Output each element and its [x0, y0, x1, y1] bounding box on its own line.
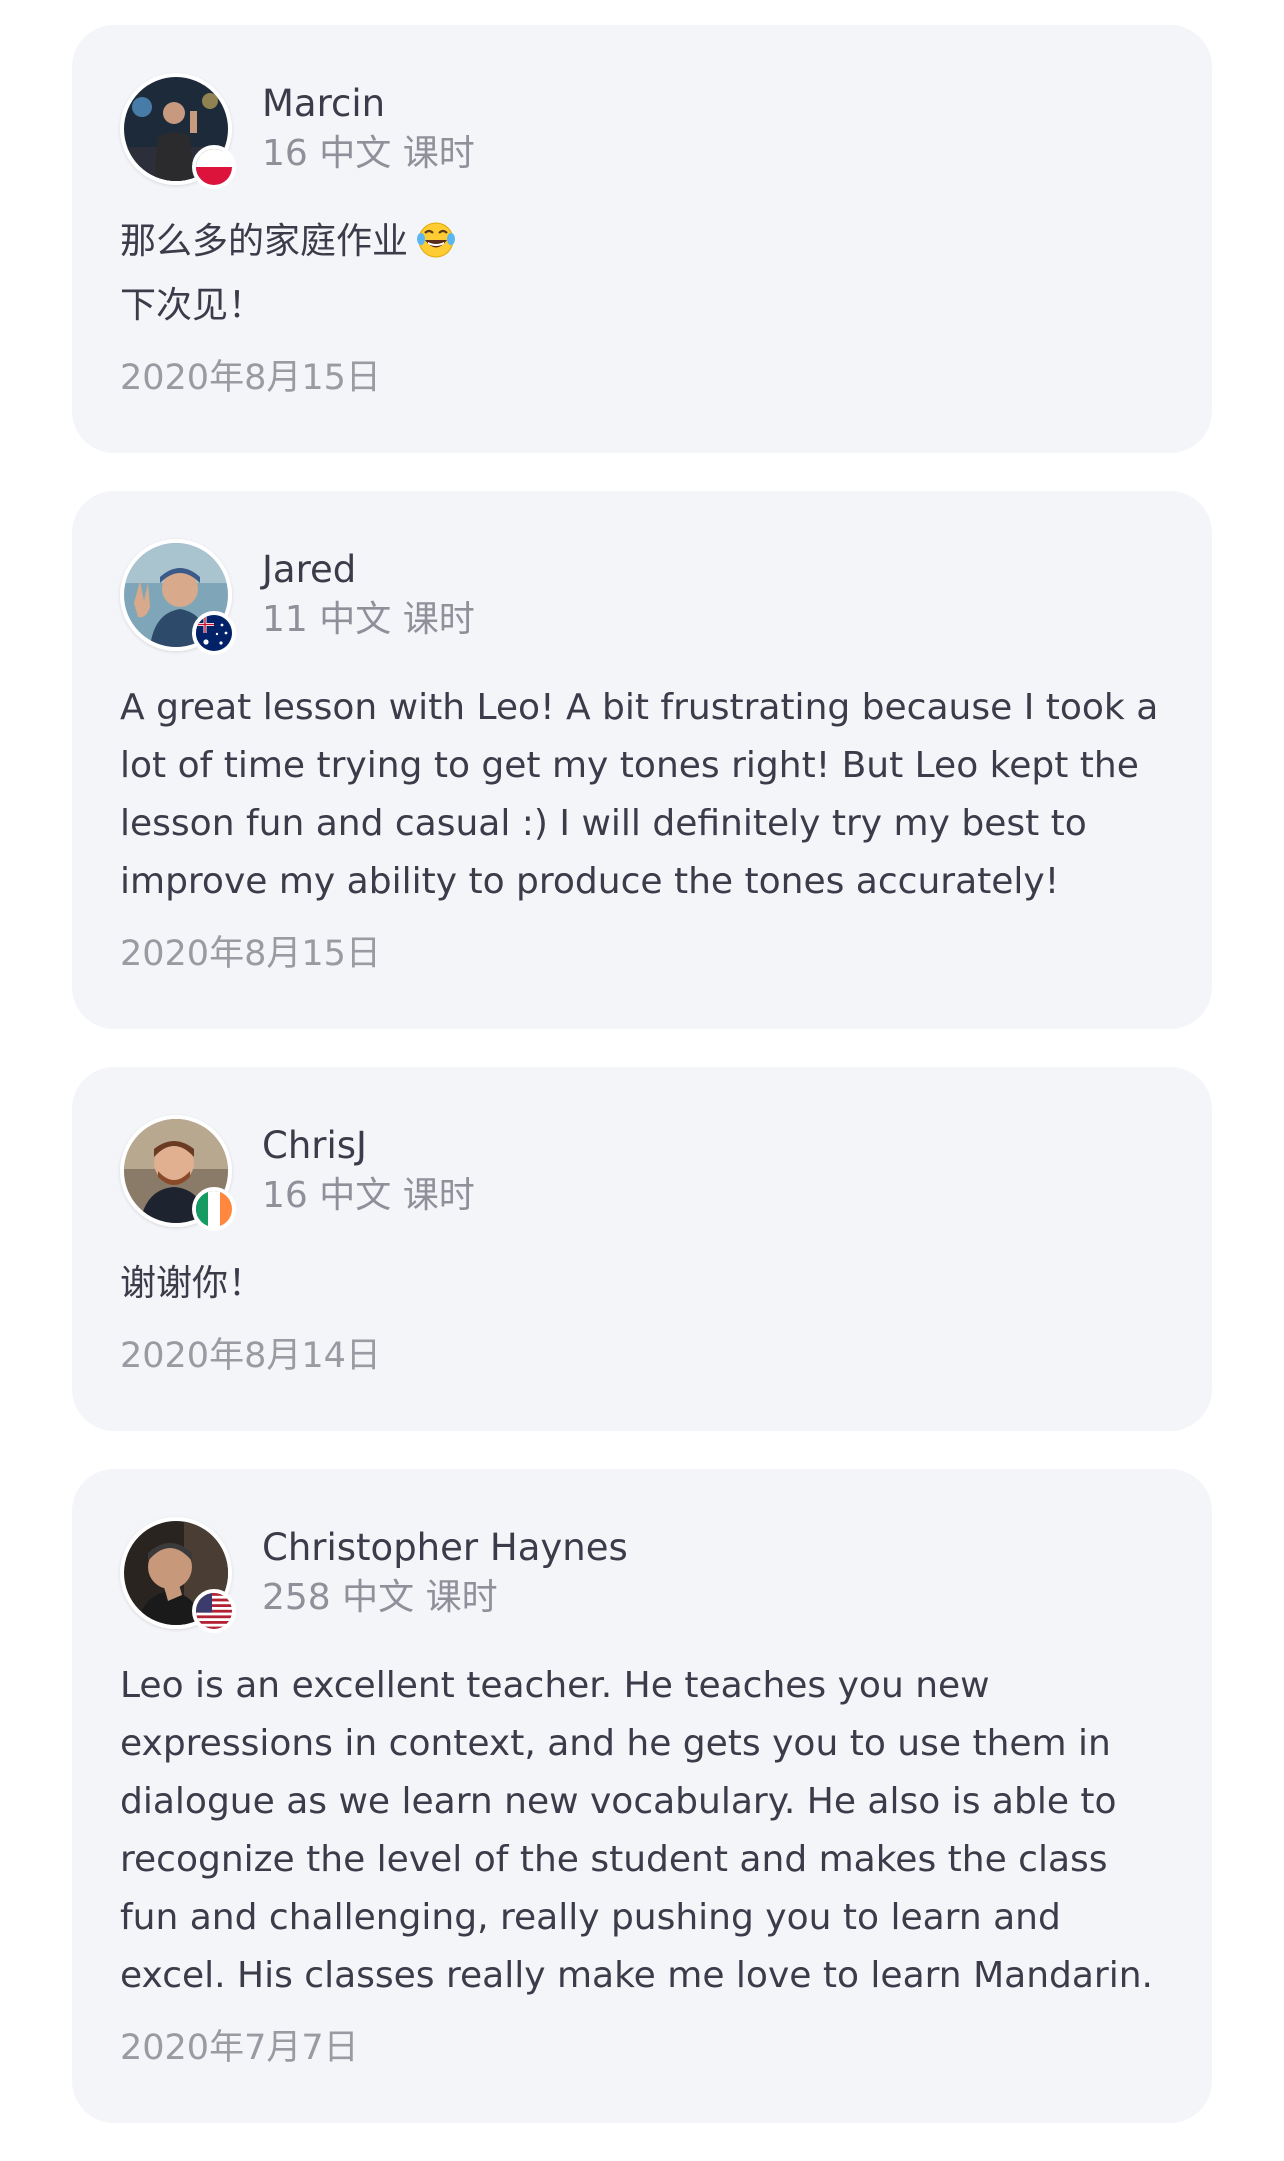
- review-header: Marcin 16 中文 课时: [120, 73, 1164, 189]
- review-header: ChrisJ 16 中文 课时: [120, 1115, 1164, 1231]
- review-date: 2020年8月15日: [120, 934, 381, 974]
- reviewer-name[interactable]: Marcin: [262, 79, 475, 129]
- review-header: Christopher Haynes 258 中文 课时: [120, 1517, 1164, 1633]
- avatar-container[interactable]: [120, 73, 236, 189]
- usa-flag-icon: [192, 1589, 236, 1633]
- reviewer-name[interactable]: Christopher Haynes: [262, 1523, 628, 1573]
- review-comment: 那么多的家庭作业 下次见！: [120, 213, 1164, 335]
- laughing-tears-emoji-icon: [416, 219, 456, 277]
- avatar-container[interactable]: [120, 539, 236, 655]
- review-date: 2020年7月7日: [120, 2028, 359, 2068]
- review-card: ChrisJ 16 中文 课时 谢谢你！ 2020年8月14日: [72, 1067, 1212, 1431]
- lesson-count: 11 中文 课时: [262, 599, 475, 640]
- reviewer-meta: ChrisJ 16 中文 课时: [262, 1121, 475, 1221]
- review-card: Christopher Haynes 258 中文 课时 Leo is an e…: [72, 1469, 1212, 2123]
- review-card: Jared 11 中文 课时 A great lesson with Leo! …: [72, 491, 1212, 1029]
- avatar-container[interactable]: [120, 1115, 236, 1231]
- review-header: Jared 11 中文 课时: [120, 539, 1164, 655]
- lesson-count: 16 中文 课时: [262, 1175, 475, 1216]
- lesson-count: 258 中文 课时: [262, 1577, 498, 1618]
- comment-line: 下次见！: [120, 285, 265, 326]
- review-card: Marcin 16 中文 课时 那么多的家庭作业 下次见！ 2020年8月15日: [72, 25, 1212, 453]
- reviewer-meta: Jared 11 中文 课时: [262, 545, 475, 645]
- review-comment: Leo is an excellent teacher. He teaches …: [120, 1665, 1153, 1996]
- reviewer-meta: Christopher Haynes 258 中文 课时: [262, 1523, 628, 1623]
- reviewer-name[interactable]: Jared: [262, 545, 475, 595]
- avatar-container[interactable]: [120, 1517, 236, 1633]
- reviews-list: Marcin 16 中文 课时 那么多的家庭作业 下次见！ 2020年8月15日: [72, 25, 1212, 2161]
- reviewer-meta: Marcin 16 中文 课时: [262, 79, 475, 179]
- review-comment: A great lesson with Leo! A bit frustrati…: [120, 687, 1159, 902]
- poland-flag-icon: [192, 145, 236, 189]
- lesson-count: 16 中文 课时: [262, 133, 475, 174]
- review-comment: 谢谢你！: [120, 1263, 265, 1304]
- comment-line: 那么多的家庭作业: [120, 221, 409, 262]
- review-date: 2020年8月14日: [120, 1336, 381, 1376]
- australia-flag-icon: [192, 611, 236, 655]
- review-date: 2020年8月15日: [120, 358, 381, 398]
- ireland-flag-icon: [192, 1187, 236, 1231]
- reviewer-name[interactable]: ChrisJ: [262, 1121, 475, 1171]
